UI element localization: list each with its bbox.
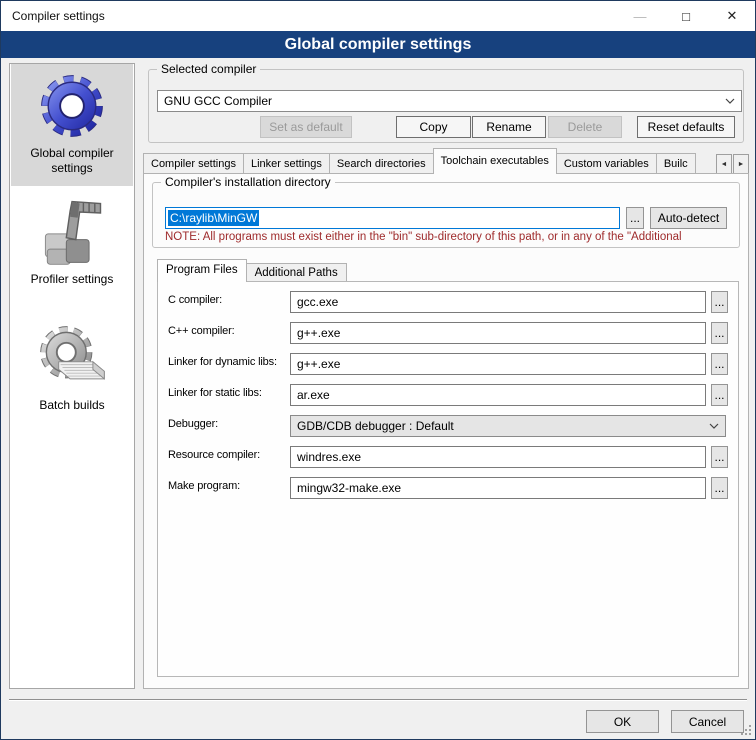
resource-compiler-input[interactable]: windres.exe — [290, 446, 706, 468]
program-files-tabstrip: Program Files Additional Paths — [157, 259, 346, 282]
gear-stack-icon — [34, 320, 110, 396]
field-row-resource-compiler: Resource compiler: windres.exe ... — [158, 446, 738, 468]
field-label: C++ compiler: — [168, 325, 235, 337]
dynamic-libs-linker-browse-button[interactable]: ... — [711, 353, 728, 375]
install-dir-input[interactable]: C:\raylib\MinGW — [165, 207, 620, 229]
tab-build-options-truncated[interactable]: Builc — [656, 153, 696, 174]
resize-grip[interactable] — [741, 725, 751, 735]
resource-compiler-browse-button[interactable]: ... — [711, 446, 728, 468]
selected-compiler-combobox[interactable]: GNU GCC Compiler — [157, 90, 742, 112]
main-tabstrip: Compiler settings Linker settings Search… — [143, 148, 749, 174]
program-files-panel: C compiler: gcc.exe ... C++ compiler: g+… — [157, 281, 739, 677]
sidebar-item-label: Profiler settings — [11, 272, 133, 287]
make-program-browse-button[interactable]: ... — [711, 477, 728, 499]
field-row-make-program: Make program: mingw32-make.exe ... — [158, 477, 738, 499]
sidebar-item-label: Global compiler settings — [11, 146, 133, 176]
blue-gear-icon — [34, 68, 110, 144]
selected-compiler-value: GNU GCC Compiler — [164, 94, 272, 108]
main-content: Selected compiler GNU GCC Compiler Set a… — [143, 63, 749, 689]
titlebar: Compiler settings — □ ✕ — [1, 1, 755, 31]
caliper-icon — [34, 194, 110, 270]
field-label: Resource compiler: — [168, 449, 260, 461]
sidebar-item-global-compiler-settings[interactable]: Global compiler settings — [11, 64, 133, 186]
cpp-compiler-input[interactable]: g++.exe — [290, 322, 706, 344]
tab-scroll-right-icon[interactable]: ► — [733, 154, 749, 174]
rename-button[interactable]: Rename — [472, 116, 546, 138]
set-as-default-button: Set as default — [260, 116, 352, 138]
selected-compiler-group: Selected compiler GNU GCC Compiler Set a… — [148, 69, 744, 143]
field-label: Debugger: — [168, 418, 218, 430]
static-libs-linker-input[interactable]: ar.exe — [290, 384, 706, 406]
tab-toolchain-executables[interactable]: Toolchain executables — [433, 148, 557, 174]
toolchain-executables-panel: Compiler's installation directory C:\ray… — [143, 173, 749, 689]
field-row-dynamic-linker: Linker for dynamic libs: g++.exe ... — [158, 353, 738, 375]
field-label: Make program: — [168, 480, 240, 492]
field-label: C compiler: — [168, 294, 222, 306]
installation-directory-group: Compiler's installation directory C:\ray… — [152, 182, 740, 248]
field-row-static-linker: Linker for static libs: ar.exe ... — [158, 384, 738, 406]
cpp-compiler-browse-button[interactable]: ... — [711, 322, 728, 344]
minimize-button[interactable]: — — [617, 1, 663, 31]
field-label: Linker for dynamic libs: — [168, 356, 277, 368]
reset-defaults-button[interactable]: Reset defaults — [637, 116, 735, 138]
tab-additional-paths[interactable]: Additional Paths — [246, 263, 347, 282]
sidebar-item-profiler-settings[interactable]: Profiler settings — [11, 190, 133, 294]
install-dir-browse-button[interactable]: ... — [626, 207, 644, 229]
field-label: Linker for static libs: — [168, 387, 262, 399]
sidebar-item-batch-builds[interactable]: Batch builds — [11, 316, 133, 420]
tab-custom-variables[interactable]: Custom variables — [556, 153, 657, 174]
ok-button[interactable]: OK — [586, 710, 659, 733]
debugger-value: GDB/CDB debugger : Default — [297, 419, 454, 433]
window-title: Compiler settings — [12, 9, 105, 23]
close-button[interactable]: ✕ — [709, 1, 755, 31]
field-row-cpp-compiler: C++ compiler: g++.exe ... — [158, 322, 738, 344]
tab-scroll-arrows: ◄ ► — [715, 154, 749, 174]
tab-linker-settings[interactable]: Linker settings — [243, 153, 330, 174]
copy-button[interactable]: Copy — [396, 116, 471, 138]
debugger-select[interactable]: GDB/CDB debugger : Default — [290, 415, 726, 437]
compiler-settings-window: Compiler settings — □ ✕ Global compiler … — [0, 0, 756, 740]
delete-button: Delete — [548, 116, 622, 138]
maximize-button[interactable]: □ — [663, 1, 709, 31]
group-legend: Compiler's installation directory — [161, 175, 335, 189]
make-program-input[interactable]: mingw32-make.exe — [290, 477, 706, 499]
window-controls: — □ ✕ — [617, 1, 755, 31]
sidebar-item-label: Batch builds — [11, 398, 133, 413]
install-dir-value: C:\raylib\MinGW — [168, 210, 259, 226]
dynamic-libs-linker-input[interactable]: g++.exe — [290, 353, 706, 375]
field-row-debugger: Debugger: GDB/CDB debugger : Default — [158, 415, 738, 437]
dialog-banner: Global compiler settings — [1, 31, 755, 58]
page-title: Global compiler settings — [285, 36, 472, 54]
footer-divider — [9, 699, 747, 701]
c-compiler-browse-button[interactable]: ... — [711, 291, 728, 313]
sidebar: Global compiler settings Profiler settin… — [9, 63, 135, 689]
tab-scroll-left-icon[interactable]: ◄ — [716, 154, 732, 174]
tab-search-directories[interactable]: Search directories — [329, 153, 434, 174]
install-dir-note: NOTE: All programs must exist either in … — [165, 231, 737, 243]
tab-program-files[interactable]: Program Files — [157, 259, 247, 282]
chevron-down-icon — [725, 98, 735, 104]
static-libs-linker-browse-button[interactable]: ... — [711, 384, 728, 406]
c-compiler-input[interactable]: gcc.exe — [290, 291, 706, 313]
tab-compiler-settings[interactable]: Compiler settings — [143, 153, 244, 174]
chevron-down-icon — [709, 423, 719, 429]
auto-detect-button[interactable]: Auto-detect — [650, 207, 727, 229]
group-legend: Selected compiler — [157, 62, 260, 76]
field-row-c-compiler: C compiler: gcc.exe ... — [158, 291, 738, 313]
cancel-button[interactable]: Cancel — [671, 710, 744, 733]
